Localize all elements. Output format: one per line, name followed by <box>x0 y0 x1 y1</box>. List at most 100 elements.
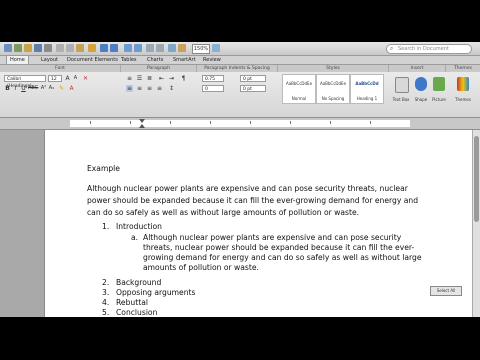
superscript-icon[interactable]: A² <box>40 85 47 92</box>
copy-icon[interactable] <box>66 44 74 52</box>
search-field[interactable]: ⌕ Search in Document <box>386 44 472 54</box>
sub-item-line: amounts of pollution or waste. <box>143 263 259 272</box>
print-icon[interactable] <box>44 44 52 52</box>
underline-icon[interactable]: U <box>20 85 27 92</box>
multilevel-icon[interactable]: ≣ <box>146 75 153 82</box>
scroll-thumb[interactable] <box>474 136 479 222</box>
outline-item: Introduction <box>116 222 162 231</box>
spacing-after-field[interactable]: 0 pt <box>240 85 266 92</box>
text-box-button[interactable]: Text Box <box>392 73 410 107</box>
font-size-field[interactable]: 12 <box>48 75 62 82</box>
undo-icon[interactable] <box>100 44 108 52</box>
search-icon: ⌕ <box>390 45 394 52</box>
clear-formatting-icon[interactable]: ✕ <box>82 75 89 82</box>
font-name-field[interactable]: Calibri (Headings) <box>4 75 46 89</box>
tab-charts[interactable]: Charts <box>144 56 166 64</box>
justify-icon[interactable]: ≡ <box>156 85 163 92</box>
open-icon[interactable] <box>24 44 32 52</box>
help-icon[interactable] <box>212 44 220 52</box>
outline-number: 3. <box>102 288 110 297</box>
templates-icon[interactable] <box>14 44 22 52</box>
italic-icon[interactable]: I <box>12 85 19 92</box>
show-formatting-icon[interactable] <box>178 44 186 52</box>
spacing-before-field[interactable]: 0 pt <box>240 75 266 82</box>
media-browser-icon[interactable] <box>168 44 176 52</box>
align-right-icon[interactable]: ≡ <box>146 85 153 92</box>
insert-table-icon[interactable] <box>124 44 132 52</box>
style-sample: AaBbCcDdEe <box>319 81 347 86</box>
first-line-indent-marker[interactable] <box>139 119 145 123</box>
font-color-icon[interactable]: A <box>68 85 75 92</box>
themes-button[interactable]: Themes <box>454 73 472 107</box>
tab-tables[interactable]: Tables <box>118 56 140 64</box>
zoom-field[interactable]: 150% <box>192 44 210 54</box>
show-marks-icon[interactable]: ¶ <box>180 75 187 82</box>
increase-indent-icon[interactable]: ⇥ <box>168 75 175 82</box>
standard-toolbar: 150% ⌕ Search in Document <box>0 42 480 56</box>
new-document-icon[interactable] <box>4 44 12 52</box>
sub-item-line: threats, nuclear power should be expande… <box>143 243 415 252</box>
redo-icon[interactable] <box>110 44 118 52</box>
sidebar-icon[interactable] <box>146 44 154 52</box>
highlight-icon[interactable]: ✎ <box>58 85 65 92</box>
style-name: No Spacing <box>321 96 345 101</box>
grow-font-icon[interactable]: A <box>64 75 71 82</box>
indent-left-field[interactable]: 0.75 <box>202 75 224 82</box>
sub-item-line: Although nuclear power plants are expens… <box>143 233 402 242</box>
line-spacing-icon[interactable]: ↕ <box>168 85 175 92</box>
document-page[interactable]: Example Although nuclear power plants ar… <box>44 130 474 317</box>
group-themes-header: Themes <box>446 65 480 72</box>
hanging-indent-marker[interactable] <box>139 124 145 128</box>
decrease-indent-icon[interactable]: ⇤ <box>158 75 165 82</box>
style-sample: AaBbCcDdEe <box>285 81 313 86</box>
style-normal[interactable]: AaBbCcDdEe Normal <box>282 74 316 104</box>
select-all-button[interactable]: Select All <box>430 286 462 296</box>
save-icon[interactable] <box>34 44 42 52</box>
tab-label: Layout <box>41 57 58 63</box>
vertical-scrollbar[interactable] <box>472 130 480 317</box>
button-label: Picture <box>432 97 446 102</box>
ruler-tick <box>370 121 371 124</box>
paste-icon[interactable] <box>76 44 84 52</box>
style-heading-1[interactable]: AaBbCcDd Heading 1 <box>350 74 384 104</box>
tab-label: SmartArt <box>173 57 196 63</box>
align-center-icon[interactable]: ≡ <box>136 85 143 92</box>
sub-item-line: growing demand for energy and can do so … <box>143 253 422 262</box>
group-font-header: Font <box>0 65 121 72</box>
outline-number: 2. <box>102 278 110 287</box>
ruler-track <box>70 120 410 127</box>
strikethrough-icon[interactable]: ABC <box>28 85 38 92</box>
tab-layout[interactable]: Layout <box>38 56 61 64</box>
cut-icon[interactable] <box>56 44 64 52</box>
text-box-icon <box>395 77 409 93</box>
tab-review[interactable]: Review <box>200 56 224 64</box>
ruler[interactable] <box>0 118 480 130</box>
group-insert-header: Insert <box>389 65 446 72</box>
tab-label: Charts <box>147 57 164 63</box>
bullets-icon[interactable]: ≡ <box>126 75 133 82</box>
picture-button[interactable]: Picture <box>430 73 448 107</box>
group-paragraph-header: Paragraph <box>121 65 197 72</box>
toolbox-icon[interactable] <box>156 44 164 52</box>
bold-icon[interactable]: B <box>4 85 11 92</box>
columns-icon[interactable] <box>134 44 142 52</box>
numbering-icon[interactable]: ☰ <box>136 75 143 82</box>
shape-icon <box>415 77 427 91</box>
indent-right-field[interactable]: 0 <box>202 85 224 92</box>
themes-icon <box>457 77 469 91</box>
tab-home[interactable]: Home <box>6 56 29 64</box>
tab-smartart[interactable]: SmartArt <box>170 56 199 64</box>
thesis-line: Although nuclear power plants are expens… <box>87 184 408 193</box>
shrink-font-icon[interactable]: A <box>72 75 79 82</box>
tab-label: Document Elements <box>67 57 118 63</box>
align-left-icon[interactable]: ≡ <box>126 85 133 92</box>
style-no-spacing[interactable]: AaBbCcDdEe No Spacing <box>316 74 350 104</box>
ruler-tick <box>130 121 131 124</box>
ribbon: Font Paragraph Paragraph Indents & Spaci… <box>0 65 480 118</box>
outline-item: Opposing arguments <box>116 288 196 297</box>
button-label: Themes <box>455 97 471 102</box>
subscript-icon[interactable]: A₂ <box>48 85 55 92</box>
thesis-line: can do so safely as well as without larg… <box>87 208 360 217</box>
tab-document-elements[interactable]: Document Elements <box>64 56 121 64</box>
format-painter-icon[interactable] <box>88 44 96 52</box>
